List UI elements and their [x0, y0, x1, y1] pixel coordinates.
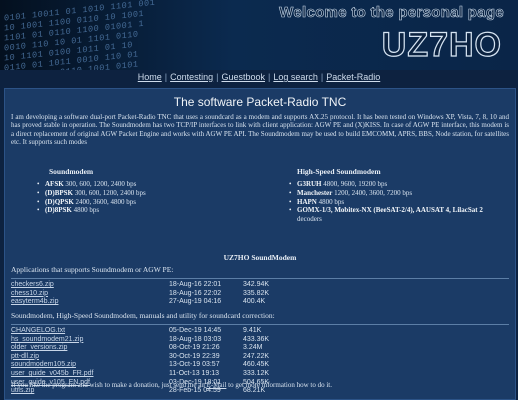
soundmodem-modes-list: AFSK 300, 600, 1200, 2400 bps (D)BPSK 30… [35, 180, 255, 215]
file-date: 13-Oct-19 03:57 [169, 361, 220, 369]
mode-desc: 300, 600, 1200, 2400 bps [74, 188, 146, 197]
nav-log-search-link[interactable]: Log search [273, 72, 318, 82]
file-size: 247.22K [243, 352, 270, 360]
file-link[interactable]: checkers6.zip [11, 281, 54, 288]
list-item: (D)BPSK 300, 600, 1200, 2400 bps [35, 189, 255, 198]
nav-guestbook-link[interactable]: Guestbook [221, 72, 265, 82]
content-panel: The software Packet-Radio TNC I am devel… [4, 88, 516, 400]
table-row: checkers6.zip 18-Aug-16 22:01 342.94K [11, 281, 269, 290]
list-item: AFSK 300, 600, 1200, 2400 bps [35, 180, 255, 189]
file-link[interactable]: user_guide_v045b_FR.pdf [11, 370, 94, 377]
mode-desc: decoders [297, 215, 322, 224]
mode-desc: 4800, 9600, 19200 bps [323, 180, 388, 188]
file-date: 05-Dec-19 14:45 [169, 327, 222, 334]
nav-packet-radio-link[interactable]: Packet-Radio [326, 72, 380, 82]
file-date: 18-Aug-16 22:01 [169, 281, 222, 288]
soundmodem-downloads-note: Soundmodem, High-Speed Soundmodem, manua… [11, 311, 275, 320]
binary-art-background: 0101 10011 01 1010 1101 001 10 1001 1100… [4, 0, 156, 70]
high-speed-heading: High-Speed Soundmodem [297, 167, 381, 176]
divider [11, 324, 509, 325]
file-date: 11-Oct-13 19:13 [169, 369, 220, 377]
file-date: 27-Aug-19 04:16 [169, 298, 222, 306]
header-banner: 0101 10011 01 1010 1101 001 10 1001 1100… [0, 0, 518, 70]
file-date: 08-Oct-19 21:26 [169, 344, 220, 352]
file-link[interactable]: soundmodem105.zip [11, 361, 76, 368]
mode-name: GOMX-1/3, Mobitex-NX (BeeSAT-2/4), AAUSA… [297, 206, 483, 215]
file-link[interactable]: easyterm4b.zip [11, 298, 58, 305]
file-date: 30-Oct-19 22:39 [169, 352, 220, 360]
donation-note: If you like the program and wish to make… [11, 381, 509, 389]
list-item: Manchester 1200, 2400, 3600, 7200 bps [287, 189, 509, 198]
footer-text: to get more information how to do it. [226, 381, 332, 389]
nav-separator: | [164, 72, 168, 82]
file-size: 460.45K [243, 361, 270, 369]
nav-separator: | [268, 72, 271, 82]
table-row: chess10.zip 18-Aug-16 22:02 335.82K [11, 290, 269, 299]
file-link[interactable]: chess10.zip [11, 290, 48, 297]
table-row: user_guide_v045b_FR.pdf 11-Oct-13 19:13 … [11, 370, 269, 379]
mode-name: (D)QPSK [45, 197, 74, 206]
apps-note: Applications that supports Soundmodem or… [11, 265, 174, 274]
mode-name: G3RUH [297, 180, 322, 188]
list-item: HAPN 4800 bps [287, 198, 509, 207]
callsign-logo: UZ7HO [381, 25, 502, 64]
mode-desc: 300, 600, 1200, 2400 bps [65, 180, 137, 188]
high-speed-modes-list: G3RUH 4800, 9600, 19200 bps Manchester 1… [287, 180, 509, 224]
mode-name: (D)BPSK [45, 188, 73, 197]
footer-text: If you like the program and wish to make… [11, 381, 207, 389]
table-row: soundmodem105.zip 13-Oct-19 03:57 460.45… [11, 361, 269, 370]
file-date: 18-Aug-16 22:02 [169, 289, 222, 297]
list-item: G3RUH 4800, 9600, 19200 bps [287, 180, 509, 189]
top-nav: Home | Contesting | Guestbook | Log search | Pac… [0, 72, 518, 82]
table-row: hs_soundmodem21.zip 18-Aug-18 03:03 433.… [11, 336, 269, 345]
email-link[interactable]: E-Mail [207, 381, 227, 389]
soundmodem-heading: Soundmodem [49, 167, 94, 176]
welcome-heading: Welcome to the personal page [279, 4, 504, 22]
list-item: GOMX-1/3, Mobitex-NX (BeeSAT-2/4), AAUSA… [287, 206, 509, 224]
list-item: (D)QPSK 2400, 3600, 4800 bps [35, 198, 255, 207]
file-size: 400.4K [243, 298, 266, 306]
table-row: easyterm4b.zip 27-Aug-19 04:16 400.4K [11, 298, 269, 307]
file-link[interactable]: older_versions.zip [11, 344, 67, 351]
intro-paragraph: I am developing a software dual-port Pac… [11, 113, 509, 146]
list-item: (D)8PSK 4800 bps [35, 206, 255, 215]
file-link[interactable]: hs_soundmodem21.zip [11, 336, 83, 343]
nav-separator: | [216, 72, 219, 82]
mode-desc: 4800 bps [73, 206, 100, 215]
page-title: The software Packet-Radio TNC [173, 95, 347, 109]
file-link[interactable]: CHANGELOG.txt [11, 327, 65, 334]
file-size: 335.82K [243, 289, 270, 297]
file-size: 3.24M [243, 344, 263, 352]
file-size: 342.94K [243, 281, 270, 288]
file-size: 333.12K [243, 369, 270, 377]
mode-name: AFSK [45, 180, 64, 188]
nav-separator: | [320, 72, 324, 82]
mode-name: (D)8PSK [45, 206, 72, 215]
table-row: older_versions.zip 08-Oct-19 21:26 3.24M [11, 344, 269, 353]
soundmodem-section-heading: UZ7HO SoundModem [223, 253, 297, 262]
mode-name: HAPN [297, 197, 317, 206]
divider [11, 278, 509, 279]
file-size: 433.36K [243, 335, 270, 343]
mode-desc: 1200, 2400, 3600, 7200 bps [334, 188, 413, 197]
nav-contesting-link[interactable]: Contesting [170, 72, 213, 82]
table-row: CHANGELOG.txt 05-Dec-19 14:45 9.41K [11, 327, 269, 336]
file-link[interactable]: ptt-dll.zip [11, 353, 39, 360]
mode-desc: 4800 bps [318, 197, 345, 206]
file-size: 9.41K [243, 327, 262, 334]
apps-file-table: checkers6.zip 18-Aug-16 22:01 342.94K ch… [11, 281, 269, 307]
table-row: ptt-dll.zip 30-Oct-19 22:39 247.22K [11, 353, 269, 362]
file-date: 18-Aug-18 03:03 [169, 335, 222, 343]
mode-name: Manchester [297, 188, 333, 197]
mode-desc: 2400, 3600, 4800 bps [75, 197, 137, 206]
nav-home-link[interactable]: Home [138, 72, 162, 82]
